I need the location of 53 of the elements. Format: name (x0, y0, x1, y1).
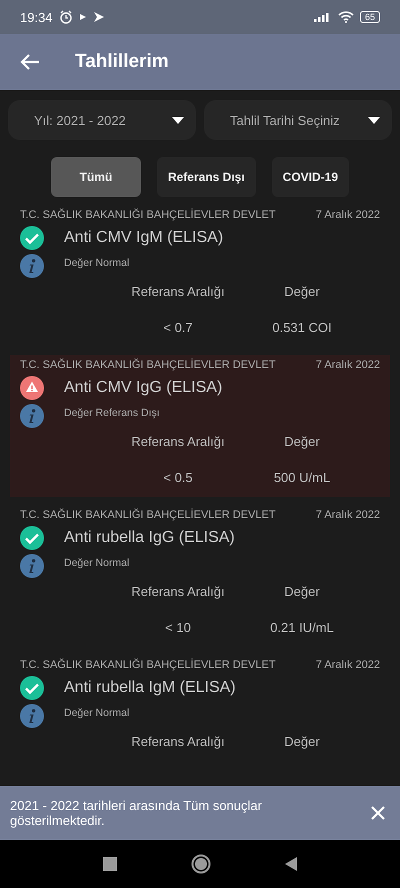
back-triangle-icon[interactable] (285, 857, 297, 871)
clock-time: 19:34 (20, 10, 53, 24)
dropdown-field[interactable]: Yıl: 2021 - 2022 (8, 100, 196, 140)
info-icon[interactable] (20, 554, 44, 578)
status-text: Değer Normal (64, 707, 130, 719)
column-header: Değer (283, 284, 321, 299)
info-icon[interactable] (20, 704, 44, 728)
filter-tab[interactable]: Referans Dışı (156, 157, 256, 197)
reference-range: < 0.5 (162, 470, 194, 485)
result-date: 7 Aralık 2022 (316, 659, 380, 671)
result-date: 7 Aralık 2022 (316, 209, 380, 221)
column-header: Referans Aralığı (130, 284, 226, 299)
column-header: Referans Aralığı (130, 584, 226, 599)
filter-tab[interactable]: Tümü (50, 157, 141, 197)
result-value: 500 U/mL (272, 470, 332, 485)
home-circle-icon[interactable] (191, 854, 211, 874)
result-value: 0.531 COI (271, 320, 333, 335)
test-name: Anti CMV IgG (ELISA) (64, 379, 222, 397)
hospital-name: T.C. SAĞLIK BAKANLIĞI BAHÇELİEVLER DEVLET (20, 359, 276, 371)
close-icon[interactable] (370, 805, 386, 821)
result-date: 7 Aralık 2022 (316, 509, 380, 521)
status-text: Değer Referans Dışı (64, 407, 161, 419)
filter-tab[interactable]: COVID-19 (272, 157, 350, 197)
dropdown-field[interactable]: Tahlil Tarihi Seçiniz (204, 100, 392, 140)
play-icon (92, 11, 105, 23)
test-name: Anti CMV IgM (ELISA) (64, 229, 224, 247)
test-name: Anti rubella IgG (ELISA) (64, 529, 235, 547)
wifi-icon (338, 11, 354, 23)
play-icon (78, 13, 87, 21)
column-header: Değer (283, 734, 321, 749)
caret-icon (172, 116, 184, 124)
alarm-icon (58, 10, 73, 24)
screen-title: Tahlillerim (75, 51, 169, 73)
caret-icon (368, 116, 380, 124)
column-header: Referans Aralığı (130, 434, 226, 449)
column-header: Referans Aralığı (130, 734, 226, 749)
reference-range: < 0.7 (162, 320, 194, 335)
hospital-name: T.C. SAĞLIK BAKANLIĞI BAHÇELİEVLER DEVLET (20, 209, 276, 221)
info-icon[interactable] (20, 254, 44, 278)
column-header: Değer (283, 434, 321, 449)
hospital-name: T.C. SAĞLIK BAKANLIĞI BAHÇELİEVLER DEVLET (20, 509, 276, 521)
info-icon[interactable] (20, 404, 44, 428)
test-name: Anti rubella IgM (ELISA) (64, 679, 236, 697)
hospital-name: T.C. SAĞLIK BAKANLIĞI BAHÇELİEVLER DEVLET (20, 659, 276, 671)
status-text: Değer Normal (64, 257, 130, 269)
reference-range: < 10 (164, 620, 192, 635)
status-text: Değer Normal (64, 557, 130, 569)
result-date: 7 Aralık 2022 (316, 359, 380, 371)
snackbar-message: 2021 - 2022 tarihleri arasında Tüm sonuçlar gösterilmektedir. (10, 798, 263, 828)
back-arrow-icon[interactable] (20, 53, 40, 71)
column-header: Değer (283, 584, 321, 599)
battery-level: 65 (360, 11, 380, 23)
result-value: 0.21 IU/mL (269, 620, 335, 635)
